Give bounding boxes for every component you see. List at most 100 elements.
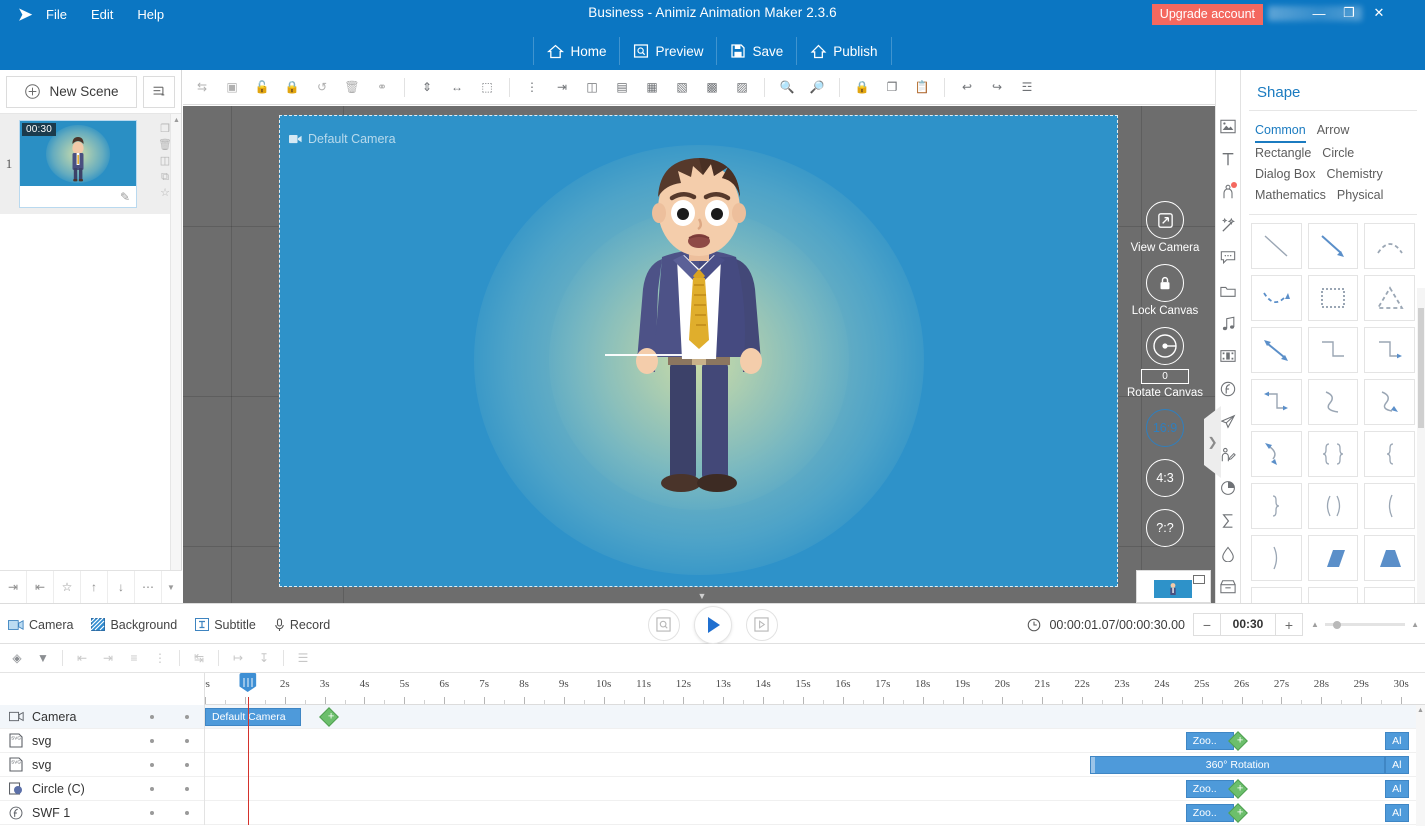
upgrade-account-button[interactable]: Upgrade account [1152, 4, 1263, 25]
shape-scroll-thumb[interactable] [1418, 308, 1424, 428]
timeline-layer-track[interactable]: Zoo..Al [205, 777, 1425, 801]
shape-arc-dashed[interactable] [1364, 223, 1415, 269]
timeline-layer-label[interactable]: SWF 1 [32, 806, 134, 820]
rotate-canvas-value[interactable]: 0 [1141, 369, 1189, 384]
shape-brace-pair[interactable] [1308, 431, 1359, 477]
shape-paren-pair[interactable] [1308, 483, 1359, 529]
align-right-icon[interactable]: ▦ [638, 73, 666, 101]
timeline-layer-label[interactable]: Camera [32, 710, 134, 724]
lock-dot[interactable] [185, 739, 189, 743]
zoom-slider-knob[interactable] [1333, 621, 1341, 629]
timeline-layer-track[interactable]: Zoo..Al [205, 801, 1425, 825]
scene-thumbnail-frame[interactable]: 00:30 [19, 120, 137, 208]
link-icon[interactable]: ⚭ [368, 73, 396, 101]
home-button[interactable]: Home [533, 37, 619, 65]
character-icon[interactable] [1215, 176, 1241, 209]
scene-duplicate-icon[interactable]: ⧉ [161, 172, 169, 183]
timeline-clip[interactable]: Al [1385, 780, 1409, 798]
replace-icon[interactable]: ↺ [308, 73, 336, 101]
shape-tab-circle[interactable]: Circle [1322, 143, 1354, 164]
maximize-button[interactable]: ❐ [1335, 2, 1363, 24]
lock-dot[interactable] [185, 811, 189, 815]
timeline-ruler[interactable]: 0s2s3s4s5s6s7s8s9s10s11s12s13s14s15s16s1… [0, 673, 1425, 705]
visibility-dot[interactable] [150, 715, 154, 719]
distribute-anim-icon[interactable]: ≡ [121, 646, 147, 670]
timeline-layer-track[interactable]: Zoo..Al [205, 729, 1425, 753]
rotate-canvas-dial[interactable] [1146, 327, 1184, 365]
mini-preview-panel[interactable] [1136, 570, 1211, 603]
unlock-icon[interactable]: 🔓 [248, 73, 276, 101]
shape-trapezoid[interactable] [1364, 535, 1415, 581]
align-center-icon[interactable]: ▤ [608, 73, 636, 101]
timeline-clip[interactable]: 360° Rotation [1090, 756, 1385, 774]
spacing-h-icon[interactable]: ⇥ [548, 73, 576, 101]
shape-curve-arrow[interactable] [1251, 275, 1302, 321]
scene-copy-icon[interactable]: ❐ [160, 124, 170, 135]
paste-icon[interactable]: 📋 [908, 73, 936, 101]
zoom-slider-track[interactable] [1325, 623, 1405, 626]
shape-paren-right[interactable] [1251, 535, 1302, 581]
canvas-stage[interactable]: Default Camera [279, 115, 1118, 587]
shape-step-line[interactable] [1308, 327, 1359, 373]
shape-tab-chemistry[interactable]: Chemistry [1326, 164, 1382, 185]
timeline-layer-label[interactable]: svg [32, 734, 134, 748]
shape-tab-rectangle[interactable]: Rectangle [1255, 143, 1311, 164]
film-icon[interactable] [1215, 340, 1241, 373]
shape-tab-physical[interactable]: Physical [1337, 185, 1384, 206]
more-icon[interactable]: ⋯ [135, 571, 162, 603]
visibility-dot[interactable] [150, 739, 154, 743]
text-icon[interactable] [1215, 143, 1241, 176]
play-button[interactable] [694, 606, 732, 644]
play-all-button[interactable] [746, 609, 778, 641]
redo-icon[interactable]: ↪ [983, 73, 1011, 101]
ratio-custom-button[interactable]: ?:? [1146, 509, 1184, 547]
align-top-icon[interactable]: ▧ [668, 73, 696, 101]
scene-toolbar-caret-icon[interactable]: ▼ [162, 583, 180, 592]
magic-wand-icon[interactable] [1215, 209, 1241, 242]
timeline-layer-row[interactable]: Circle (C)Zoo..Al [0, 777, 1425, 801]
shape-rect-dotted[interactable] [1308, 275, 1359, 321]
timeline-clip[interactable]: Default Camera [205, 708, 301, 726]
scene-scroll-up-icon[interactable]: ▲ [171, 114, 182, 126]
shape-line-diagonal[interactable] [1251, 223, 1302, 269]
align-anim-left-icon[interactable]: ⇤ [69, 646, 95, 670]
import-icon[interactable]: ⇥ [0, 571, 27, 603]
timeline-clip[interactable]: Al [1385, 804, 1409, 822]
lock-dot[interactable] [185, 787, 189, 791]
shape-paren-left[interactable] [1364, 483, 1415, 529]
move-down-icon[interactable]: ↓ [108, 571, 135, 603]
panel-expand-arrow-icon[interactable]: ❯ [1204, 406, 1221, 478]
align-bottom-icon[interactable]: ▩ [698, 73, 726, 101]
copy-icon[interactable]: ❐ [878, 73, 906, 101]
music-note-icon[interactable] [1215, 307, 1241, 340]
timeline-zoom-slider[interactable]: ▲ ▲ [1311, 620, 1419, 629]
timeline-layer-row[interactable]: SWF 1 Zoo..Al [0, 801, 1425, 825]
properties-icon[interactable]: ☲ [1013, 73, 1041, 101]
shape-double-arrow[interactable] [1251, 327, 1302, 373]
align-left-icon[interactable]: ◫ [578, 73, 606, 101]
export-icon[interactable]: ⇤ [27, 571, 54, 603]
lock-canvas-icon[interactable]: 🔒 [848, 73, 876, 101]
undo-icon[interactable]: ↩ [953, 73, 981, 101]
timeline-keyframe-marker[interactable] [319, 707, 339, 727]
shape-arrow-diagonal[interactable] [1308, 223, 1359, 269]
visibility-dot[interactable] [150, 811, 154, 815]
scene-scrollbar[interactable]: ▲ ▼ [170, 114, 181, 603]
timeline-body[interactable]: CameraDefault CameraSVGsvgZoo..AlSVGsvg3… [0, 705, 1425, 826]
distribute-h-icon[interactable]: ↔ [443, 73, 471, 101]
shape-triangle-dashed[interactable] [1364, 275, 1415, 321]
filter-icon[interactable]: ▼ [30, 646, 56, 670]
trim-end-icon[interactable]: ↧ [251, 646, 277, 670]
lock-dot[interactable] [185, 763, 189, 767]
default-camera-label[interactable]: Default Camera [289, 132, 396, 146]
timeline-layer-row[interactable]: SVGsvgZoo..Al [0, 729, 1425, 753]
shape-tab-mathematics[interactable]: Mathematics [1255, 185, 1326, 206]
keyframe-icon[interactable]: ◈ [4, 646, 30, 670]
businessman-character[interactable] [584, 147, 814, 517]
timeline-layer-row[interactable]: Camera Default Camera [0, 705, 1425, 729]
scene-edit-icon[interactable]: ✎ [120, 190, 130, 204]
crop-icon[interactable]: ▣ [218, 73, 246, 101]
shape-step-arrow[interactable] [1364, 327, 1415, 373]
lock-canvas-button[interactable] [1146, 264, 1184, 302]
duration-minus-button[interactable]: − [1194, 614, 1220, 635]
